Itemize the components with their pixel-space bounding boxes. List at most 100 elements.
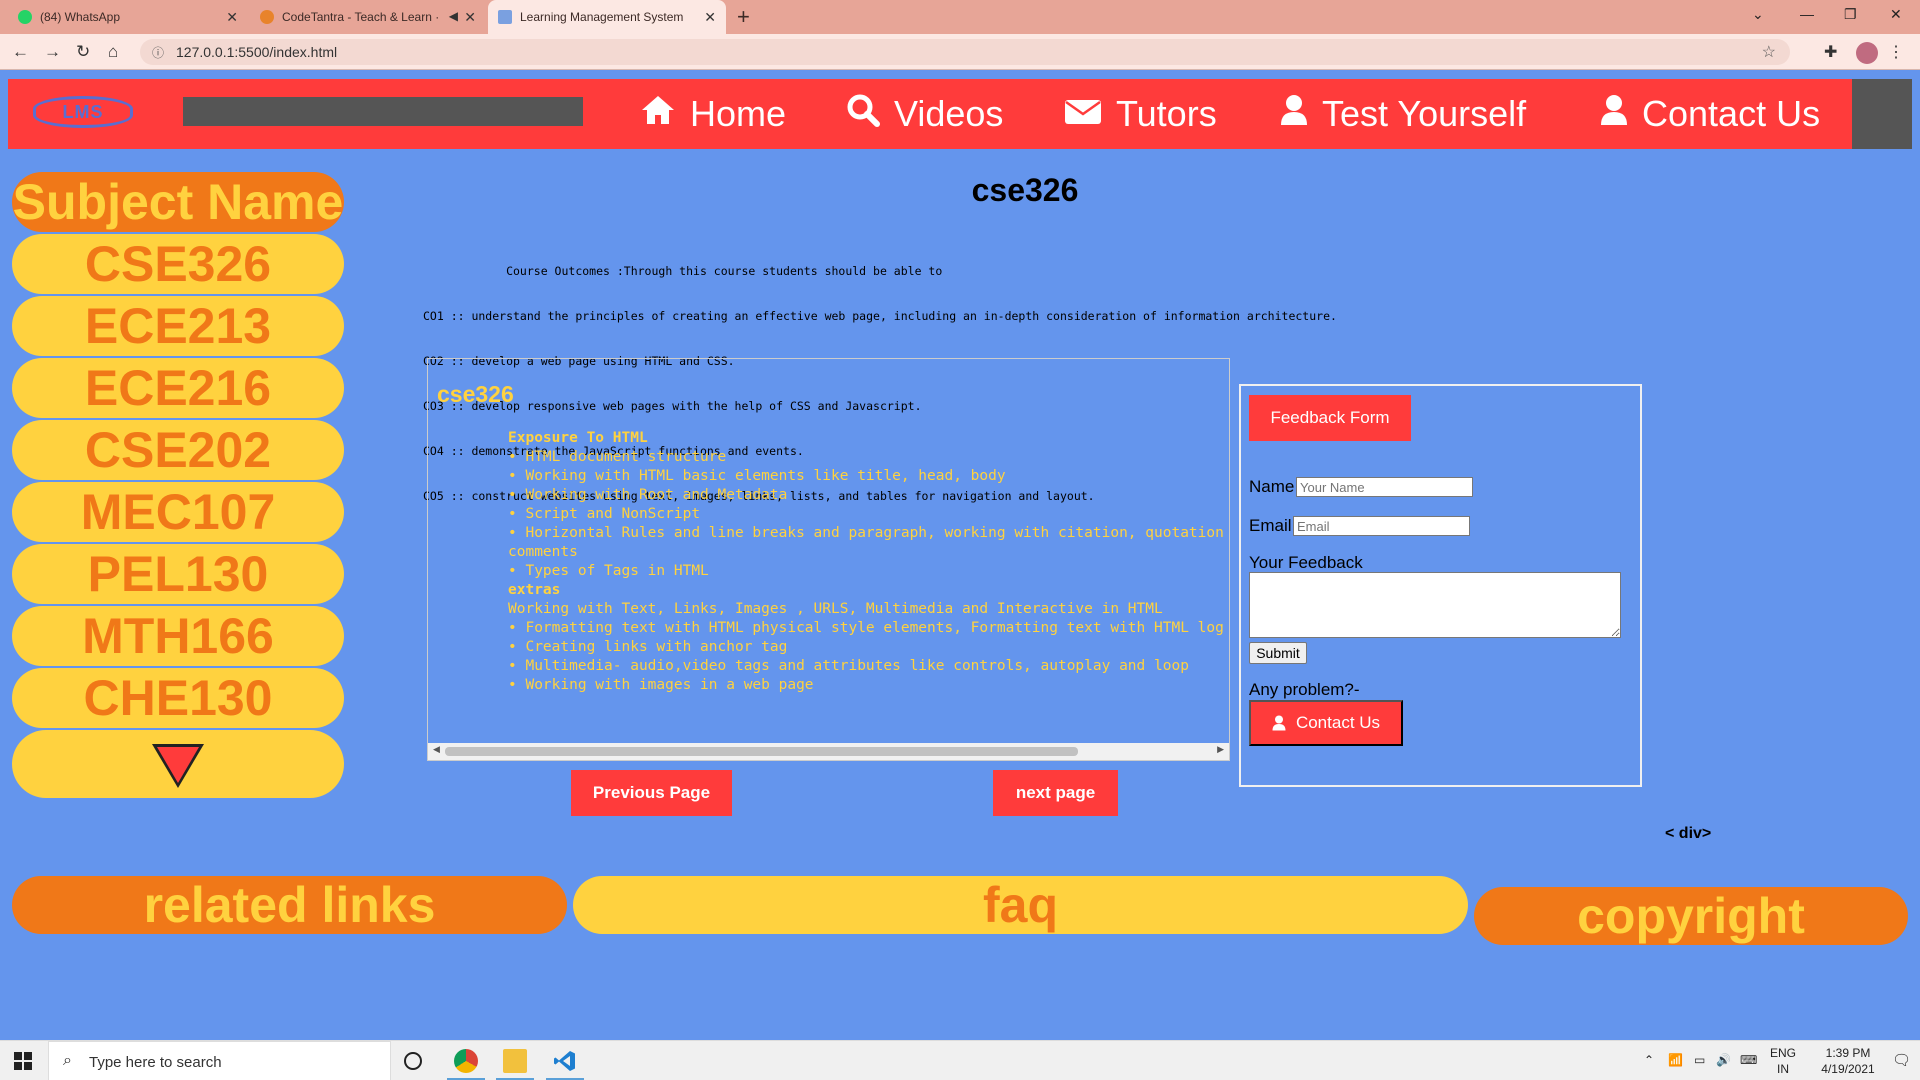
nav-test-yourself[interactable]: Test Yourself <box>1280 91 1526 137</box>
nav-label: Tutors <box>1116 93 1217 134</box>
url-text: 127.0.0.1:5500/index.html <box>176 44 338 60</box>
more-subjects-button[interactable] <box>12 730 344 798</box>
language-code: ENG <box>1770 1046 1797 1060</box>
subject-sidebar: Subject Name CSE326 ECE213 ECE216 CSE202… <box>12 172 344 798</box>
close-icon[interactable]: ✕ <box>464 9 476 26</box>
tab-codetantra[interactable]: CodeTantra - Teach & Learn · ◀ ✕ <box>250 0 486 34</box>
windows-start-icon[interactable] <box>14 1052 32 1070</box>
syllabus-line: • Working with Root and Metadata <box>508 487 788 503</box>
volume-icon[interactable]: 🔊 <box>1716 1053 1731 1067</box>
chrome-icon[interactable] <box>454 1049 478 1073</box>
info-icon[interactable]: ⓘ <box>152 44 164 61</box>
taskbar-search-input[interactable]: ⌕ Type here to search <box>48 1041 391 1080</box>
header-dark-block <box>1852 79 1912 149</box>
lms-logo[interactable]: LMS <box>33 96 133 128</box>
site-header: LMS Home Videos Tutors Test Yourself Con… <box>8 79 1912 149</box>
scroll-left-icon[interactable]: ◀ <box>433 744 440 755</box>
bookmark-star-icon[interactable]: ☆ <box>1762 42 1776 62</box>
speaker-mute-icon[interactable]: ◀ <box>449 9 458 23</box>
user-icon <box>1600 93 1628 135</box>
name-label: Name <box>1249 477 1295 496</box>
nav-contact-us[interactable]: Contact Us <box>1600 91 1820 137</box>
subject-item[interactable]: PEL130 <box>12 544 344 604</box>
scroll-right-icon[interactable]: ▶ <box>1217 744 1224 755</box>
file-explorer-icon[interactable] <box>503 1049 527 1073</box>
clock-date: 4/19/2021 <box>1821 1062 1875 1076</box>
outcome-line: Course Outcomes :Through this course stu… <box>423 264 943 278</box>
subject-item[interactable]: ECE216 <box>12 358 344 418</box>
course-syllabus: Exposure To HTML • HTML document structu… <box>508 429 1224 695</box>
related-links-button[interactable]: related links <box>12 876 567 934</box>
restore-icon[interactable]: ❐ <box>1844 6 1857 23</box>
back-icon[interactable]: ← <box>12 42 29 62</box>
subject-item[interactable]: MEC107 <box>12 482 344 542</box>
nav-videos[interactable]: Videos <box>846 91 1003 137</box>
reload-icon[interactable]: ↻ <box>76 42 90 62</box>
subject-item[interactable]: CSE326 <box>12 234 344 294</box>
tab-lms[interactable]: Learning Management System ✕ <box>488 0 726 34</box>
close-icon[interactable]: ✕ <box>226 9 238 26</box>
tab-whatsapp[interactable]: (84) WhatsApp ✕ <box>8 0 248 34</box>
user-icon <box>1280 93 1308 135</box>
name-field[interactable] <box>1296 477 1473 497</box>
notifications-icon[interactable]: 🗨 <box>1892 1051 1911 1069</box>
nav-label: Videos <box>894 93 1004 134</box>
feedback-form-title: Feedback Form <box>1249 395 1411 441</box>
region-code: IN <box>1777 1062 1789 1076</box>
triangle-down-icon <box>152 744 204 788</box>
subject-item[interactable]: CSE202 <box>12 420 344 480</box>
syllabus-line: Working with Text, Links, Images , URLS,… <box>508 601 1163 617</box>
subject-item[interactable]: CHE130 <box>12 668 344 728</box>
url-field[interactable]: ⓘ 127.0.0.1:5500/index.html ☆ <box>140 39 1790 65</box>
tab-search-icon[interactable]: ⌄ <box>1752 6 1764 23</box>
network-icon[interactable]: 📶 <box>1668 1053 1683 1067</box>
subject-item[interactable]: MTH166 <box>12 606 344 666</box>
user-icon <box>1272 715 1286 731</box>
windows-taskbar: ⌕ Type here to search ⌃ 📶 ▭ 🔊 ⌨ ENG IN 1… <box>0 1040 1920 1080</box>
horizontal-scrollbar[interactable]: ◀ ▶ <box>428 743 1229 760</box>
search-input[interactable] <box>183 97 583 126</box>
previous-page-button[interactable]: Previous Page <box>571 770 732 816</box>
faq-button[interactable]: faq <box>573 876 1468 934</box>
extensions-puzzle-icon[interactable]: ✚ <box>1824 42 1837 62</box>
course-heading: cse326 <box>437 381 514 407</box>
subject-item[interactable]: ECE213 <box>12 296 344 356</box>
contact-us-button[interactable]: Contact Us <box>1249 700 1403 746</box>
course-content-scrollbox[interactable]: cse326 Exposure To HTML • HTML document … <box>427 358 1230 761</box>
chevron-up-icon[interactable]: ⌃ <box>1644 1053 1654 1067</box>
battery-icon[interactable]: ▭ <box>1694 1053 1705 1067</box>
input-language[interactable]: ENG IN <box>1770 1045 1796 1077</box>
new-tab-icon[interactable]: + <box>737 4 750 30</box>
close-icon[interactable]: ✕ <box>704 9 716 26</box>
copyright-button[interactable]: copyright <box>1474 887 1908 945</box>
vscode-icon[interactable] <box>553 1049 577 1073</box>
task-view-icon[interactable] <box>404 1052 422 1070</box>
home-icon[interactable]: ⌂ <box>108 42 118 62</box>
clock-time: 1:39 PM <box>1825 1046 1871 1060</box>
forward-icon[interactable]: → <box>44 42 61 62</box>
menu-dots-icon[interactable]: ⋮ <box>1888 42 1904 62</box>
profile-avatar[interactable] <box>1856 42 1878 64</box>
syllabus-line: Exposure To HTML <box>508 430 648 446</box>
minimize-icon[interactable]: — <box>1800 6 1814 22</box>
address-bar: ← → ↻ ⌂ ⓘ 127.0.0.1:5500/index.html ☆ ✚ … <box>0 34 1920 70</box>
next-page-button[interactable]: next page <box>993 770 1118 816</box>
email-field[interactable] <box>1293 516 1470 536</box>
syllabus-line: comments <box>508 544 578 560</box>
submit-button[interactable]: Submit <box>1249 642 1307 664</box>
syllabus-line: extras <box>508 582 561 598</box>
nav-home[interactable]: Home <box>640 91 786 137</box>
syllabus-line: • Creating links with anchor tag <box>508 639 788 655</box>
search-icon <box>846 93 880 136</box>
system-clock[interactable]: 1:39 PM 4/19/2021 <box>1818 1045 1878 1077</box>
close-window-icon[interactable]: ✕ <box>1890 6 1902 23</box>
tab-title: CodeTantra - Teach & Learn · <box>282 10 440 24</box>
keyboard-icon[interactable]: ⌨ <box>1740 1053 1757 1067</box>
search-icon: ⌕ <box>63 1052 72 1069</box>
nav-tutors[interactable]: Tutors <box>1064 91 1217 137</box>
feedback-textarea[interactable] <box>1249 572 1621 638</box>
scrollbar-thumb[interactable] <box>445 747 1078 756</box>
syllabus-line: • HTML document structure <box>508 449 727 465</box>
codetantra-icon <box>260 10 274 24</box>
div-text: < div> <box>1665 825 1712 842</box>
